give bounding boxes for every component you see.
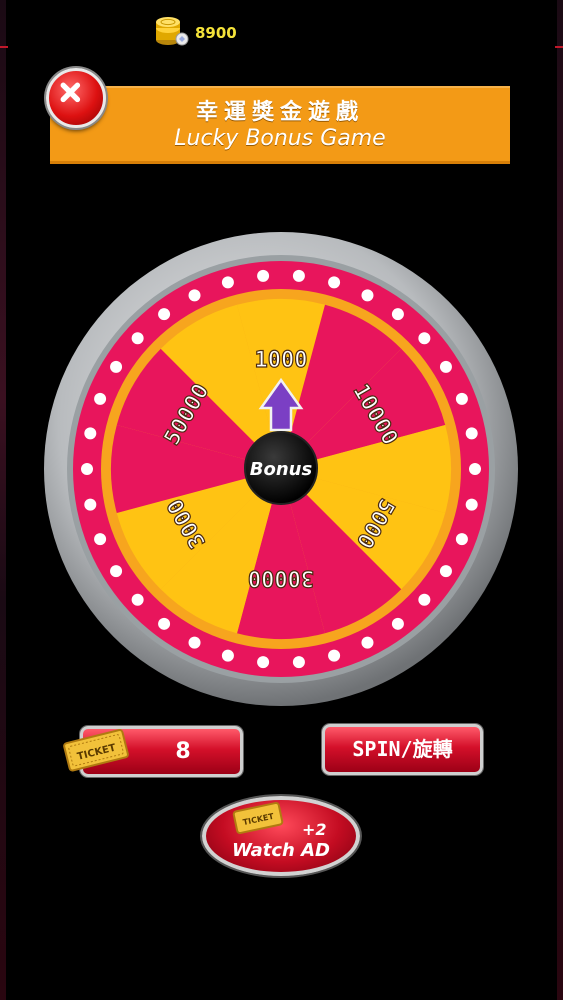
rim-light [221, 276, 234, 289]
watch-ad-bonus: +2 [302, 820, 327, 839]
rim-light [439, 360, 452, 373]
rim-light [391, 308, 404, 321]
rim-light [158, 308, 171, 321]
rim-light [465, 498, 478, 511]
title-chinese: 幸運獎金遊戲 [195, 99, 364, 125]
rim-light [361, 636, 374, 649]
rim-light [465, 427, 478, 440]
prize-wheel[interactable]: 100010000500030000300050000 Bonus [42, 230, 520, 708]
rim-light [361, 289, 374, 302]
wheel-segment-value: 30000 [248, 565, 314, 590]
rim-light [455, 392, 468, 405]
rim-light [188, 289, 201, 302]
rim-light [292, 269, 305, 282]
coin-balance: 8900 [195, 24, 237, 42]
rim-light [221, 649, 234, 662]
wheel-segment-value: 1000 [255, 348, 308, 373]
rim-light [469, 463, 481, 475]
rim-light [81, 463, 93, 475]
rim-light [131, 593, 144, 606]
rim-light [391, 617, 404, 630]
game-screen: 8900 幸運獎金遊戲 Lucky Bonus Game 1000 10000 … [0, 0, 563, 1000]
rim-light [94, 533, 107, 546]
ticket-count: 8 [175, 739, 191, 764]
left-edge-strip [0, 0, 6, 1000]
close-button[interactable] [46, 68, 106, 128]
edge-marker-left [0, 46, 8, 48]
rim-light [110, 565, 123, 578]
rim-light [418, 593, 431, 606]
right-edge-strip [557, 0, 563, 1000]
rim-light [158, 617, 171, 630]
rim-light [257, 656, 270, 669]
rim-light [257, 269, 270, 282]
rim-light [328, 276, 341, 289]
rim-light [84, 498, 97, 511]
rim-light [439, 565, 452, 578]
rim-light [131, 332, 144, 345]
ad-ticket-icon: TICKET [232, 802, 284, 834]
rim-light [455, 533, 468, 546]
coin-stack-icon [156, 17, 189, 46]
rim-light [418, 332, 431, 345]
rim-light [292, 656, 305, 669]
rim-light [188, 636, 201, 649]
title-banner: 幸運獎金遊戲 Lucky Bonus Game [50, 86, 510, 164]
rim-light [328, 649, 341, 662]
watch-ad-label: Watch AD [231, 840, 330, 861]
bonus-label: Bonus [250, 459, 313, 480]
rim-light [84, 427, 97, 440]
rim-light [94, 392, 107, 405]
spin-button-label: SPIN/旋轉 [352, 737, 453, 761]
rim-light [110, 360, 123, 373]
edge-marker-right [555, 46, 563, 48]
ticket-icon: TICKET [63, 729, 129, 772]
spin-button[interactable]: SPIN/旋轉 [322, 724, 483, 775]
close-icon [60, 82, 81, 103]
title-english: Lucky Bonus Game [174, 126, 386, 151]
